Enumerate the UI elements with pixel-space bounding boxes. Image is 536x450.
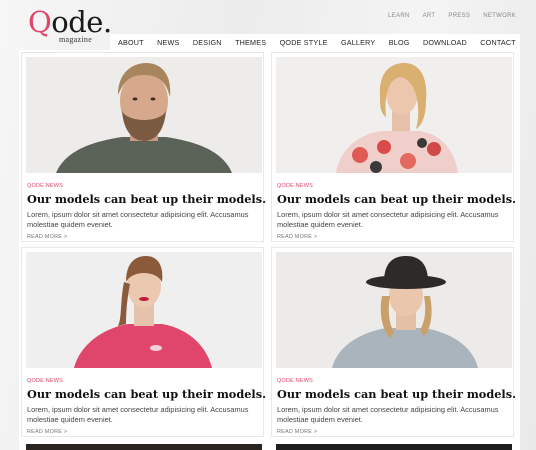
post-card[interactable]: QODE NEWS Our models can beat up their m… bbox=[21, 247, 266, 437]
nav-themes[interactable]: THEMES bbox=[235, 38, 266, 47]
nav-blog[interactable]: BLOG bbox=[389, 38, 410, 47]
nav-design[interactable]: DESIGN bbox=[193, 38, 222, 47]
post-card[interactable]: QODE NEWS Our models can beat up their m… bbox=[271, 52, 516, 242]
nav-gallery[interactable]: GALLERY bbox=[341, 38, 375, 47]
posts-grid: QODE NEWS Our models can beat up their m… bbox=[19, 50, 520, 450]
logo-tagline: magazine bbox=[59, 35, 93, 44]
logo-q: Q bbox=[28, 5, 52, 39]
post-image-woman-pink[interactable] bbox=[26, 252, 262, 368]
nav-about[interactable]: ABOUT bbox=[118, 38, 144, 47]
read-more-link[interactable]: READ MORE > bbox=[27, 234, 67, 240]
post-title[interactable]: Our models can beat up their models. bbox=[277, 387, 516, 401]
post-category[interactable]: QODE NEWS bbox=[277, 183, 313, 189]
post-title[interactable]: Our models can beat up their models. bbox=[27, 387, 266, 401]
post-title[interactable]: Our models can beat up their models. bbox=[27, 192, 266, 206]
logo-text: ode. bbox=[51, 5, 112, 39]
post-title[interactable]: Our models can beat up their models. bbox=[277, 192, 516, 206]
post-excerpt: Lorem, ipsum dolor sit amet consectetur … bbox=[27, 210, 249, 229]
post-excerpt: Lorem, ipsum dolor sit amet consectetur … bbox=[27, 405, 249, 424]
main-nav: ABOUT NEWS DESIGN THEMES QODE STYLE GALL… bbox=[110, 34, 520, 50]
post-image-woman-hat[interactable] bbox=[276, 252, 512, 368]
top-nav: LEARN ART PRESS NETWORK bbox=[388, 13, 516, 19]
next-post-image-partial[interactable] bbox=[276, 444, 512, 450]
nav-qode-style[interactable]: QODE STYLE bbox=[280, 38, 328, 47]
top-nav-network[interactable]: NETWORK bbox=[483, 13, 516, 19]
post-category[interactable]: QODE NEWS bbox=[277, 378, 313, 384]
nav-news[interactable]: NEWS bbox=[157, 38, 179, 47]
top-nav-art[interactable]: ART bbox=[423, 13, 436, 19]
read-more-link[interactable]: READ MORE > bbox=[277, 234, 317, 240]
nav-download[interactable]: DOWNLOAD bbox=[423, 38, 467, 47]
top-nav-press[interactable]: PRESS bbox=[448, 13, 470, 19]
next-post-image-partial[interactable] bbox=[26, 444, 262, 450]
read-more-link[interactable]: READ MORE > bbox=[277, 429, 317, 435]
post-card[interactable]: QODE NEWS Our models can beat up their m… bbox=[21, 52, 266, 242]
site-logo[interactable]: Qode. bbox=[28, 6, 112, 38]
nav-contact[interactable]: CONTACT bbox=[480, 38, 516, 47]
site-header: Qode. magazine LEARN ART PRESS NETWORK A… bbox=[0, 0, 536, 50]
post-excerpt: Lorem, ipsum dolor sit amet consectetur … bbox=[277, 405, 499, 424]
post-image-man-portrait[interactable] bbox=[26, 57, 262, 173]
top-nav-learn[interactable]: LEARN bbox=[388, 13, 410, 19]
read-more-link[interactable]: READ MORE > bbox=[27, 429, 67, 435]
post-image-woman-floral[interactable] bbox=[276, 57, 512, 173]
post-card[interactable]: QODE NEWS Our models can beat up their m… bbox=[271, 247, 516, 437]
post-category[interactable]: QODE NEWS bbox=[27, 183, 63, 189]
post-excerpt: Lorem, ipsum dolor sit amet consectetur … bbox=[277, 210, 499, 229]
post-category[interactable]: QODE NEWS bbox=[27, 378, 63, 384]
